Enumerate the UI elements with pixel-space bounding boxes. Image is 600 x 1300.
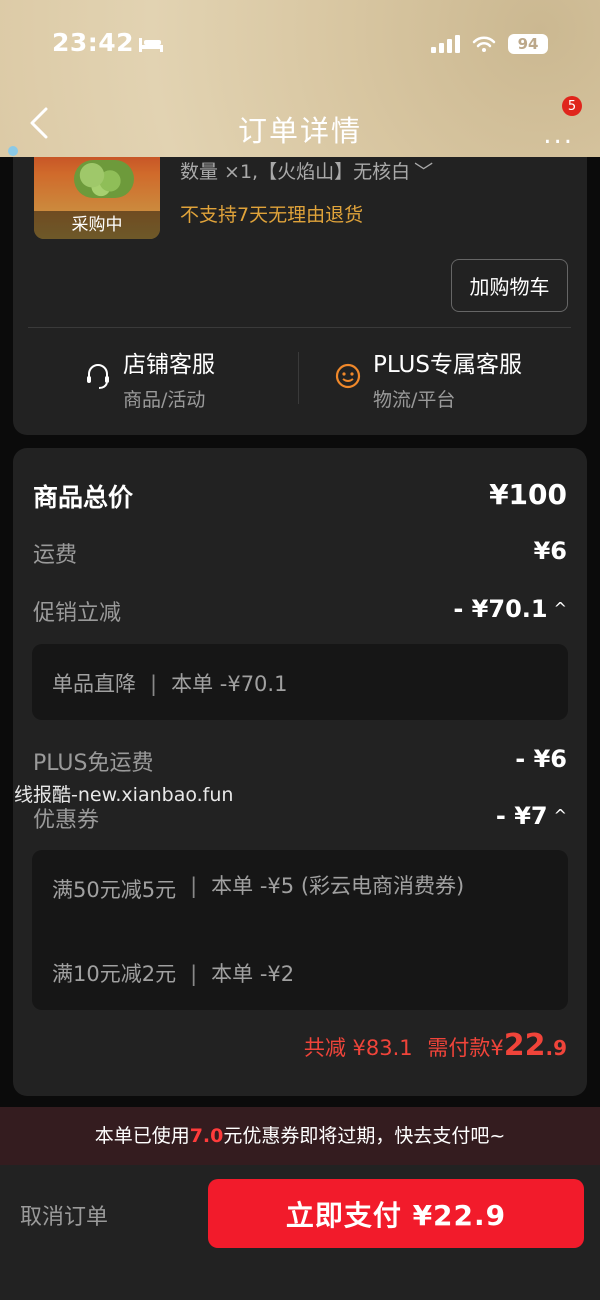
signal-icon [431,35,460,53]
plus-shipping-value: - ¥6 [515,745,567,773]
add-to-cart-button[interactable]: 加购物车 [451,259,568,312]
promo-label: 促销立减 [33,601,122,626]
chevron-up-icon[interactable]: ^ [554,806,567,825]
goods-total-row: 商品总价 ¥100 [33,478,567,512]
shipping-value: ¥6 [533,537,567,565]
wifi-icon [472,36,496,52]
shipping-row: 运费 ¥6 [33,537,567,571]
header: 23:42 94 订单详情 ... 5 [0,0,600,157]
notification-badge: 5 [562,96,582,116]
purchasing-tag: 采购中 [34,211,160,239]
promo-value: - ¥70.1 [453,595,548,623]
page-title: 订单详情 [237,114,362,148]
status-bar: 23:42 94 [52,28,560,62]
smile-chat-icon [335,363,361,389]
goods-total-value: ¥100 [489,478,567,511]
coupon-detail-box: 满50元减5元 | 本单 -¥5 (彩云电商消费券) 满10元减2元 | 本单 -¥2 [32,850,568,1010]
sleep-icon [139,38,163,52]
more-icon[interactable]: ... [543,120,574,150]
battery-icon: 94 [508,34,548,54]
price-card: 商品总价 ¥100 运费 ¥6 促销立减 - ¥70.1 ^ 单品直降 | 本单 -¥… [13,448,587,1096]
coupon-row[interactable]: 优惠券 - ¥7 ^ [33,802,567,836]
total-reduce-label: 共减 [303,1036,346,1060]
divider-vertical [298,352,299,404]
product-card: 采购中 数量 ×1,【火焰山】无核白 ﹀ 不支持7天无理由退货 加购物车 店铺客服… [13,120,587,435]
need-pay-integer: 22 [503,1028,546,1063]
chevron-up-icon[interactable]: ^ [554,599,567,618]
decorative-dot [8,146,18,156]
grape-image [74,160,134,198]
shop-service-label: 店铺客服 [123,352,215,378]
shipping-label: 运费 [33,543,78,568]
need-pay-label: 需付款 [427,1036,491,1060]
cancel-order-button[interactable]: 取消订单 [20,1199,108,1231]
chevron-down-icon: ﹀ [414,161,434,183]
shop-service-button[interactable]: 店铺客服 商品/活动 [83,345,283,415]
headset-icon [87,364,109,389]
plus-shipping-label: PLUS免运费 [33,751,154,776]
coupon-expiry-notice: 本单已使用7.0元优惠券即将过期，快去支付吧~ [0,1107,600,1165]
goods-total-label: 商品总价 [33,483,134,512]
bottom-bar: 取消订单 立即支付 ¥22.9 [0,1165,600,1300]
shop-service-sub: 商品/活动 [123,389,206,411]
total-reduce-value: ¥83.1 [352,1036,413,1060]
promo-detail-line: 单品直降 | 本单 -¥70.1 [52,672,288,696]
plus-service-button[interactable]: PLUS专属客服 物流/平台 [333,345,573,415]
need-pay-currency: ¥ [490,1036,504,1060]
coupon-value: - ¥7 [495,802,548,830]
product-spec[interactable]: 数量 ×1,【火焰山】无核白 ﹀ [180,157,433,184]
coupon-detail-line: 满10元减2元 | 本单 -¥2 [52,962,295,986]
coupon-detail-line: 满50元减5元 | 本单 -¥5 (彩云电商消费券) [52,874,465,902]
promo-row[interactable]: 促销立减 - ¥70.1 ^ [33,595,567,629]
no-return-notice: 不支持7天无理由退货 [180,204,364,226]
divider [28,327,571,328]
plus-service-label: PLUS专属客服 [373,352,522,378]
promo-detail-box: 单品直降 | 本单 -¥70.1 [32,644,568,720]
status-time: 23:42 [52,28,135,57]
need-pay-decimal: .9 [545,1036,567,1060]
price-summary: 共减 ¥83.1 需付款¥22.9 [304,1028,567,1063]
plus-service-sub: 物流/平台 [373,389,456,411]
pay-now-button[interactable]: 立即支付 ¥22.9 [208,1179,584,1248]
plus-shipping-row: PLUS免运费 - ¥6 [33,745,567,779]
spec-text: 数量 ×1,【火焰山】无核白 [180,161,411,183]
notice-amount: 7.0 [189,1125,224,1147]
watermark: 线报酷-new.xianbao.fun [14,784,234,806]
